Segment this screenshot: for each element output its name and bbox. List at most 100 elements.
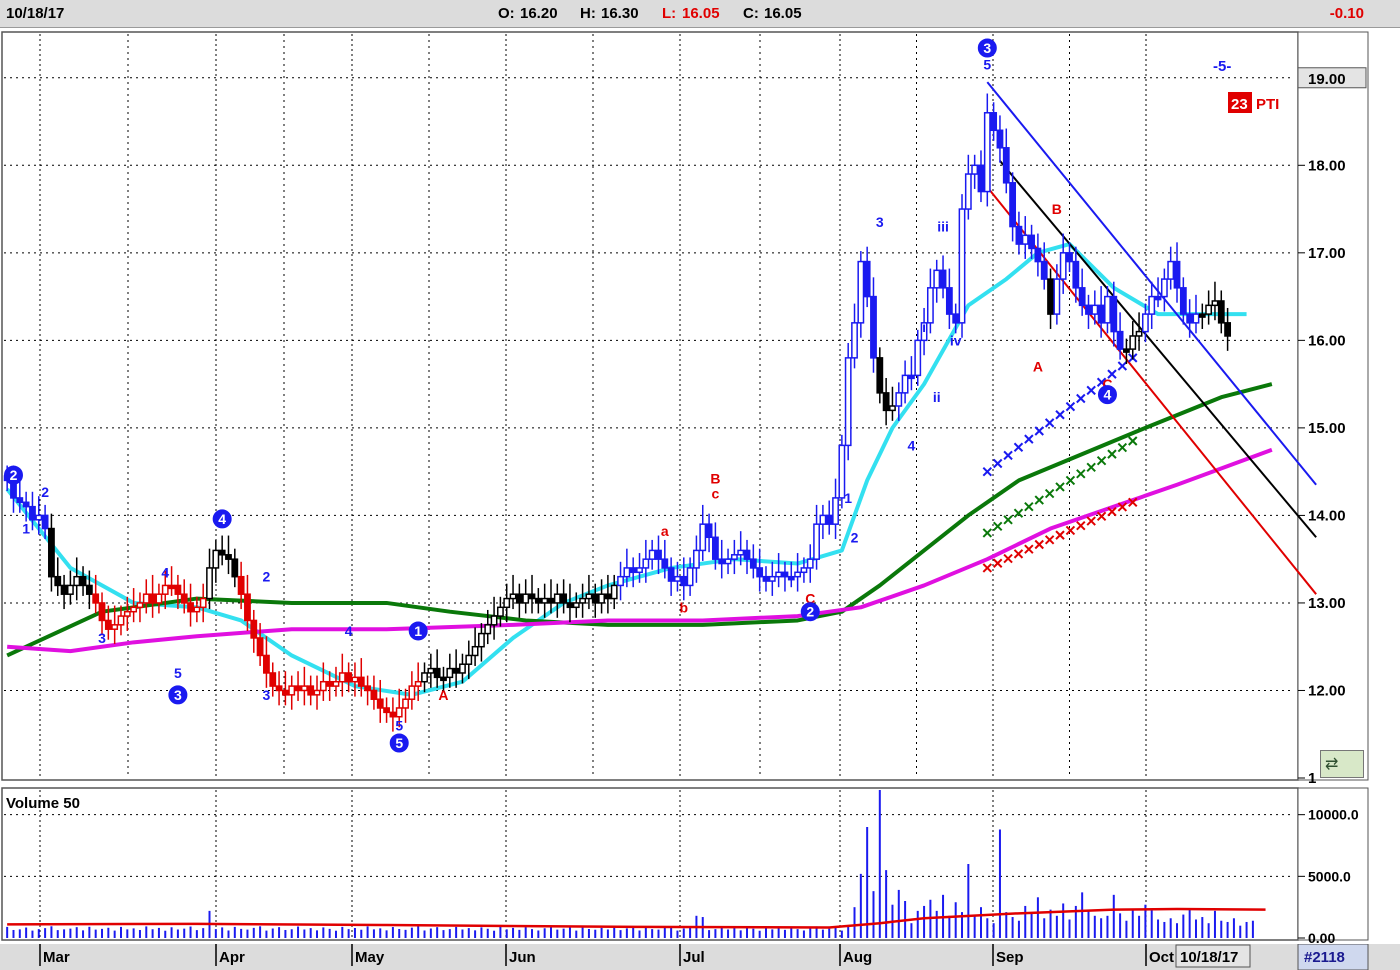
candle-body <box>870 295 877 359</box>
candle-body <box>1192 313 1200 324</box>
candle-body <box>1015 225 1023 245</box>
candle-body <box>281 689 289 696</box>
candle-body <box>813 523 820 560</box>
candle-body <box>945 287 953 315</box>
candle-body <box>1160 278 1168 298</box>
candle-body <box>730 554 738 560</box>
candle-body <box>610 584 618 600</box>
candle-body <box>1173 260 1181 289</box>
candle-body <box>768 575 776 582</box>
candle-body <box>971 164 979 175</box>
candle-body <box>1047 278 1054 315</box>
month-label: Aug <box>843 949 872 966</box>
candle-body <box>515 593 523 604</box>
wave-label: A <box>438 687 448 703</box>
volume-tick-label: 10000.0 <box>1308 807 1359 823</box>
wave-label: 3 <box>876 214 884 230</box>
candle-body <box>1141 313 1149 333</box>
candle-body <box>1154 295 1162 301</box>
price-volume-chart[interactable]: 22134534234551AabBcC21234iiiiiiiv35ABC4 … <box>0 0 1400 970</box>
price-tick-label: 17.00 <box>1308 245 1346 262</box>
candle-body <box>66 584 74 595</box>
candle-body <box>459 663 466 674</box>
candle-body <box>851 322 858 359</box>
pti-value: 23 <box>1231 96 1248 113</box>
volume-pane-label: Volume 50 <box>6 795 80 812</box>
wave-label: B <box>1052 201 1062 217</box>
candle-body <box>29 505 36 521</box>
candle-body <box>155 593 163 604</box>
candle-body <box>882 392 890 412</box>
candle-body <box>819 514 827 525</box>
candle-body <box>667 567 675 582</box>
candle-body <box>724 558 732 565</box>
candle-body <box>300 685 308 692</box>
candle-body <box>629 567 637 574</box>
candle-body <box>926 287 934 324</box>
candle-body <box>117 615 125 626</box>
candle-body <box>1129 335 1137 350</box>
candle-body <box>111 624 119 630</box>
candle-body <box>1040 260 1048 280</box>
candle-body <box>484 624 492 635</box>
candle-body <box>598 593 605 604</box>
candle-body <box>288 685 296 696</box>
candle-body <box>541 597 549 604</box>
candle-body <box>522 593 530 604</box>
candle-body <box>705 523 713 539</box>
candle-body <box>142 593 150 604</box>
candle-body <box>98 602 106 622</box>
price-tick-label: 16.00 <box>1308 332 1346 349</box>
candle-body <box>332 680 340 687</box>
chart-toggle-button[interactable]: ⇄ <box>1320 750 1364 778</box>
wave-label: 1 <box>22 521 30 537</box>
candle-body <box>1211 300 1219 307</box>
candle-body <box>54 575 62 587</box>
candle-body <box>85 584 93 595</box>
candle-body <box>686 567 694 587</box>
candle-body <box>250 619 258 639</box>
candle-body <box>206 567 213 600</box>
candle-body <box>326 680 334 687</box>
wave-label: 5 <box>395 717 403 733</box>
candle-body <box>364 685 372 692</box>
candle-body <box>1148 295 1156 315</box>
grid-layer <box>1 31 1369 941</box>
wave-circle-label: 2 <box>806 604 814 620</box>
candle-body <box>402 698 409 709</box>
candle-body <box>661 558 669 569</box>
candle-body <box>446 667 454 679</box>
wave-circle-label: 5 <box>395 735 403 751</box>
volume-pane-frame <box>1 787 1299 941</box>
candle-body <box>256 637 264 657</box>
candle-body <box>1059 252 1067 280</box>
candle-body <box>863 260 871 298</box>
candle-body <box>130 606 138 613</box>
wave-label: A <box>1033 359 1043 375</box>
candle-body <box>996 129 1004 149</box>
candle-body <box>1135 330 1143 337</box>
candle-body <box>1034 247 1042 263</box>
wave-label: 2 <box>851 529 859 545</box>
candle-body <box>1072 260 1080 289</box>
candle-body <box>844 357 852 447</box>
candle-body <box>79 575 87 587</box>
candle-body <box>762 575 770 582</box>
candle-body <box>591 593 599 604</box>
candle-body <box>983 112 991 193</box>
wave-label: 4 <box>345 623 353 639</box>
wave-label: 4 <box>161 564 169 580</box>
month-label: Oct <box>1149 949 1174 966</box>
last-price-label: 19.00 <box>1308 71 1346 88</box>
candle-body <box>737 549 745 556</box>
candle-body <box>503 597 511 609</box>
time-axis: Mar Apr May Jun Jul Aug Sep Oct 10/18/17 #2118 <box>39 944 1369 970</box>
candle-body <box>433 667 441 679</box>
candle-body <box>421 672 428 683</box>
candle-body <box>60 584 68 595</box>
candle-body <box>22 501 30 508</box>
candle-body <box>1217 300 1225 324</box>
candle-body <box>825 514 833 525</box>
candle-body <box>1028 234 1035 250</box>
price-pane-frame <box>1 31 1299 781</box>
